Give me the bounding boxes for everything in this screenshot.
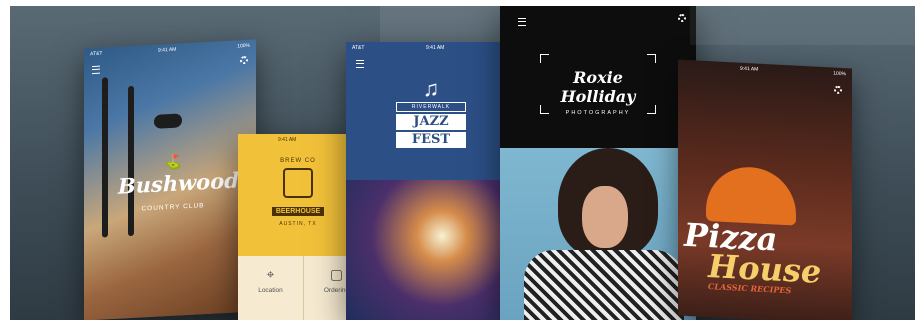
status-bar: AT&T 9:41 AM: [352, 45, 445, 51]
frame-corner: [647, 54, 656, 63]
status-bar: AT&T 9:41 AM 100%: [90, 42, 250, 58]
golf-club-shaft: [102, 77, 108, 238]
status-bar: 9:41 AM 100%: [740, 65, 846, 78]
menu-icon[interactable]: [356, 60, 364, 68]
border-right: [915, 0, 923, 320]
bushwood-app-screen: AT&T 9:41 AM 100% ⛳ Bushwood COUNTRY CLU…: [84, 39, 256, 320]
border-left: [0, 0, 10, 320]
gear-icon[interactable]: [834, 85, 842, 95]
gear-icon[interactable]: [678, 14, 686, 22]
gear-icon[interactable]: [240, 55, 248, 65]
promo-banner: AT&T 9:41 AM 100% ⛳ Bushwood COUNTRY CLU…: [0, 0, 923, 320]
jazz-fest-app-screen: AT&T 9:41 AM ♫ RIVERWALK JAZZ FEST: [346, 42, 506, 320]
pizza-house-app-screen: 9:41 AM 100% Pizza House CLASSIC RECIPES: [678, 59, 852, 320]
pizza-house-logo: Pizza House CLASSIC RECIPES: [684, 215, 822, 296]
golf-club-head: [154, 113, 182, 129]
menu-icon[interactable]: [92, 65, 100, 75]
frame-corner: [540, 105, 549, 114]
jazz-fest-logo: ♫ RIVERWALK JAZZ FEST: [396, 78, 466, 148]
frame-corner: [540, 54, 549, 63]
bushwood-logo: ⛳ Bushwood COUNTRY CLUB: [118, 151, 239, 214]
saxophone-icon: ♫: [422, 76, 440, 101]
face: [582, 186, 628, 248]
location-button[interactable]: ⌖ Location: [238, 256, 304, 320]
patterned-shirt: [524, 250, 684, 320]
menu-icon[interactable]: [518, 18, 526, 26]
concert-photo: [346, 180, 506, 320]
pizza-slice-icon: [706, 164, 796, 226]
roxie-holliday-app-screen: Roxie Holliday PHOTOGRAPHY: [500, 6, 696, 320]
map-pin-icon: ⌖: [266, 266, 275, 282]
border-top: [0, 0, 923, 6]
beerhouse-logo: BREW CO BEERHOUSE AUSTIN, TX: [258, 158, 338, 227]
portrait-photo: [500, 148, 696, 320]
beer-mug-icon: [283, 168, 313, 198]
frame-corner: [647, 105, 656, 114]
roxie-holliday-logo: Roxie Holliday PHOTOGRAPHY: [540, 54, 656, 116]
